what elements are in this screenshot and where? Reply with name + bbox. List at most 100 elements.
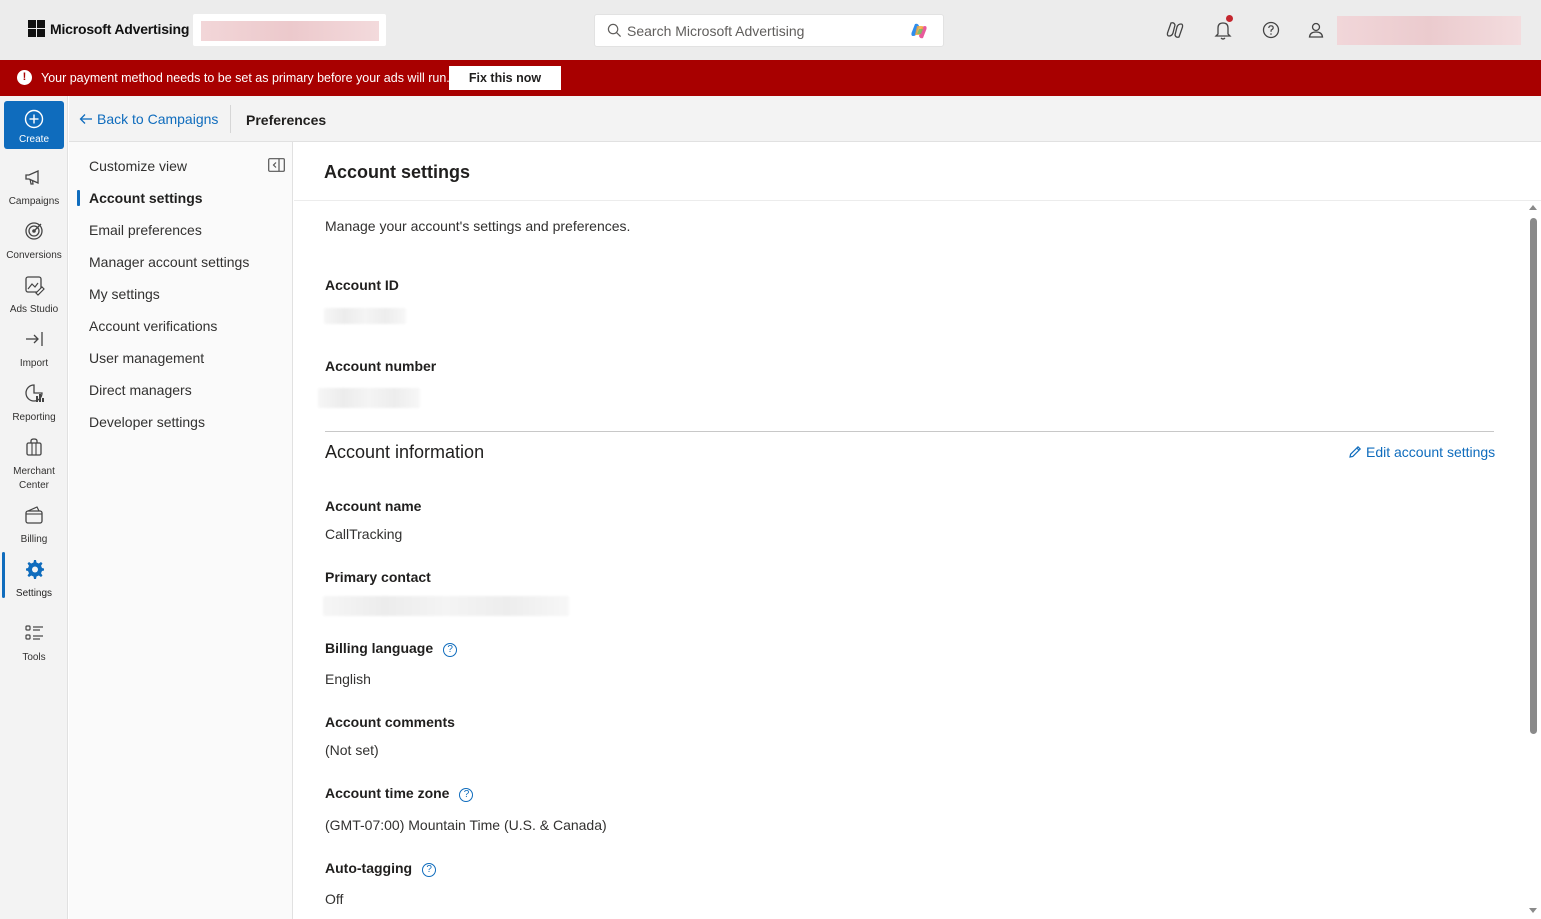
nav-label-line1: Merchant: [13, 466, 55, 477]
nav-label: Conversions: [6, 250, 62, 261]
auto-tagging-value: Off: [325, 891, 344, 907]
page-description: Manage your account's settings and prefe…: [325, 218, 631, 234]
page-title: Account settings: [324, 162, 471, 182]
arrow-left-icon: [79, 114, 92, 124]
edit-label: Edit account settings: [1366, 444, 1496, 460]
create-label: Create: [18, 134, 49, 145]
fix-this-now-button[interactable]: Fix this now: [449, 66, 561, 90]
megaphone-icon: [25, 169, 39, 185]
primary-contact-label: Primary contact: [325, 569, 431, 585]
left-nav-rail: Create Campaigns Conversions Ads Studio …: [0, 96, 68, 919]
nav-label: Billing: [20, 534, 48, 545]
redacted-account-name: [201, 21, 379, 41]
nav-label: Settings: [15, 588, 53, 599]
time-zone-text: Account time zone: [325, 785, 450, 801]
copilot-outline-icon[interactable]: [1164, 19, 1186, 41]
search-box[interactable]: [594, 14, 944, 47]
user-profile-icon[interactable]: [1305, 19, 1327, 41]
notifications-bell-icon[interactable]: [1212, 19, 1234, 41]
auto-tagging-label: Auto-tagging?: [325, 860, 437, 877]
back-to-campaigns-link[interactable]: Back to Campaigns: [79, 111, 218, 127]
active-indicator: [77, 190, 80, 206]
nav-billing[interactable]: Billing: [0, 504, 68, 547]
nav-campaigns[interactable]: Campaigns: [0, 166, 68, 209]
account-comments-label: Account comments: [325, 714, 455, 730]
target-icon: [25, 222, 43, 240]
account-number-label: Account number: [325, 358, 437, 374]
nav-conversions[interactable]: Conversions: [0, 220, 68, 263]
auto-tagging-text: Auto-tagging: [325, 860, 413, 876]
sidebar-item-direct-managers[interactable]: Direct managers: [89, 382, 192, 398]
create-button[interactable]: Create: [4, 101, 64, 149]
nav-merchant-center[interactable]: Merchant Center: [0, 436, 68, 493]
notification-badge: [1226, 15, 1233, 22]
help-icon[interactable]: [1260, 19, 1282, 41]
brand-logo[interactable]: Microsoft Advertising: [28, 20, 189, 37]
nav-label: Tools: [22, 652, 46, 663]
section-title: Account information: [325, 442, 485, 462]
collapse-panel-icon[interactable]: [268, 158, 285, 172]
scrollbar-thumb[interactable]: [1530, 218, 1537, 734]
redacted-account-id: [324, 308, 406, 324]
header-divider: [230, 105, 231, 133]
nav-label: Ads Studio: [9, 304, 59, 315]
main-content: Account settings Manage your account's s…: [294, 142, 1541, 919]
nav-ads-studio[interactable]: Ads Studio: [0, 274, 68, 317]
nav-label: Campaigns: [8, 196, 60, 207]
tools-icon: [25, 625, 43, 640]
nav-label: Import: [19, 358, 49, 369]
alert-exclamation-icon: !: [17, 70, 32, 85]
billing-language-text: Billing language: [325, 640, 434, 656]
time-zone-value: (GMT-07:00) Mountain Time (U.S. & Canada…: [325, 817, 607, 833]
time-zone-label: Account time zone?: [325, 785, 474, 802]
gear-icon: [26, 560, 44, 579]
billing-language-label: Billing language?: [325, 640, 458, 657]
redacted-user-name[interactable]: [1337, 16, 1521, 45]
account-id-label: Account ID: [325, 277, 399, 293]
help-icon[interactable]: ?: [459, 788, 474, 802]
help-icon[interactable]: ?: [422, 863, 437, 877]
title-divider: [294, 200, 1541, 201]
page-header-bar: Back to Campaigns Preferences: [69, 96, 1541, 142]
plus-circle-icon: [24, 109, 44, 129]
sidebar-item-email-preferences[interactable]: Email preferences: [89, 222, 202, 238]
redacted-primary-contact: [323, 596, 569, 616]
search-input[interactable]: [627, 21, 897, 41]
nav-tools[interactable]: Tools: [0, 622, 68, 665]
nav-label: Reporting: [12, 412, 56, 423]
nav-settings[interactable]: Settings: [0, 552, 68, 601]
scroll-down-arrow-icon[interactable]: [1529, 908, 1537, 913]
alert-message: Your payment method needs to be set as p…: [41, 71, 450, 85]
top-bar: Microsoft Advertising: [0, 0, 1541, 60]
edit-account-settings-link[interactable]: Edit account settings: [1348, 444, 1495, 460]
pencil-icon: [1349, 445, 1362, 458]
redacted-account-number: [318, 388, 420, 408]
sidebar-item-account-settings[interactable]: Account settings: [89, 190, 203, 206]
billing-language-value: English: [325, 671, 371, 687]
sidebar-item-user-management[interactable]: User management: [89, 350, 204, 366]
sidebar-item-customize-view[interactable]: Customize view: [89, 158, 187, 174]
payment-alert-banner: ! Your payment method needs to be set as…: [0, 60, 1541, 96]
sidebar-item-manager-account-settings[interactable]: Manager account settings: [89, 254, 249, 270]
microsoft-logo-icon: [28, 20, 45, 37]
import-icon: [26, 332, 43, 346]
nav-import[interactable]: Import: [0, 328, 68, 371]
account-picker[interactable]: [193, 14, 386, 46]
sidebar-item-developer-settings[interactable]: Developer settings: [89, 414, 205, 430]
account-comments-value: (Not set): [325, 742, 379, 758]
copilot-icon[interactable]: [909, 21, 929, 41]
wallet-icon: [25, 506, 43, 524]
sidebar-item-my-settings[interactable]: My settings: [89, 286, 160, 302]
shopping-bag-icon: [26, 438, 42, 456]
breadcrumb: Preferences: [246, 112, 327, 128]
brand-name: Microsoft Advertising: [50, 20, 190, 37]
scroll-up-arrow-icon[interactable]: [1529, 205, 1537, 210]
nav-label-line2: Center: [18, 480, 49, 491]
help-icon[interactable]: ?: [443, 643, 458, 657]
search-icon: [607, 23, 622, 38]
sidebar-item-account-verifications[interactable]: Account verifications: [89, 318, 217, 334]
account-name-label: Account name: [325, 498, 422, 514]
reporting-icon: [25, 384, 44, 402]
ads-studio-icon: [25, 276, 45, 296]
nav-reporting[interactable]: Reporting: [0, 382, 68, 425]
